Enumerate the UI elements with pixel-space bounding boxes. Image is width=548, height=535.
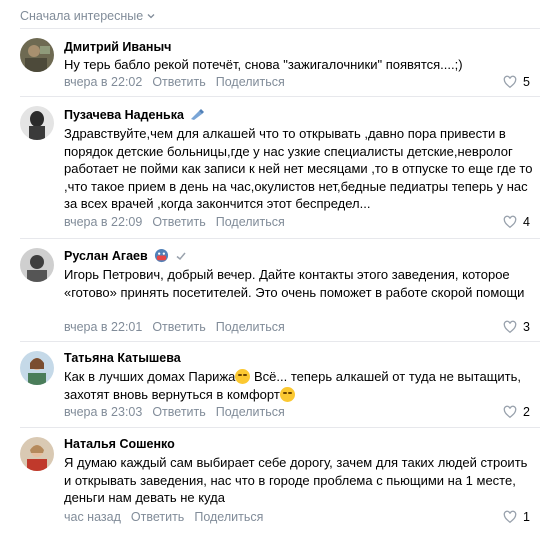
- reply-button[interactable]: Ответить: [152, 75, 205, 89]
- comment-time[interactable]: вчера в 22:02: [64, 75, 142, 89]
- sort-dropdown[interactable]: Сначала интересные: [20, 9, 156, 23]
- divider: [20, 238, 540, 239]
- avatar[interactable]: [20, 351, 54, 385]
- comment-item: Пузачева Наденька Здравствуйте,чем для а…: [0, 96, 548, 238]
- comment-author[interactable]: Руслан Агаев: [64, 248, 187, 263]
- avatar[interactable]: [20, 248, 54, 282]
- heart-icon: [503, 215, 517, 229]
- sort-label: Сначала интересные: [20, 9, 144, 23]
- like-count: 4: [523, 215, 530, 229]
- comment-meta: час назад Ответить Поделиться: [64, 510, 263, 524]
- like-button[interactable]: 2: [503, 405, 530, 419]
- heart-icon: [503, 320, 517, 334]
- avatar[interactable]: [20, 437, 54, 471]
- share-button[interactable]: Поделиться: [216, 75, 285, 89]
- heart-icon: [503, 75, 517, 89]
- comment-meta: вчера в 22:01 Ответить Поделиться: [64, 320, 285, 334]
- like-count: 1: [523, 510, 530, 524]
- verified-check-icon: [176, 252, 186, 260]
- like-button[interactable]: 3: [503, 320, 530, 334]
- comment-item: Дмитрий Иваныч Ну терь бабло рекой потеч…: [0, 28, 548, 96]
- share-button[interactable]: Поделиться: [216, 405, 285, 419]
- heart-icon: [503, 405, 517, 419]
- comment-meta: вчера в 22:09 Ответить Поделиться: [64, 215, 285, 229]
- divider: [20, 28, 540, 29]
- comment-meta: вчера в 22:02 Ответить Поделиться: [64, 75, 285, 89]
- comment-time[interactable]: час назад: [64, 510, 121, 524]
- divider: [20, 427, 540, 428]
- divider: [20, 341, 540, 342]
- laughing-emoji-icon: [235, 369, 251, 384]
- comment-text: Ну терь бабло рекой потечёт, снова "зажи…: [64, 57, 463, 72]
- share-button[interactable]: Поделиться: [216, 215, 285, 229]
- comment-meta: вчера в 23:03 Ответить Поделиться: [64, 405, 285, 419]
- mask-icon: [154, 248, 168, 263]
- chevron-down-icon: [147, 14, 155, 19]
- comment-text: Здравствуйте,чем для алкашей что то откр…: [64, 126, 533, 211]
- comment-text: Игорь Петрович, добрый вечер. Дайте конт…: [64, 267, 525, 300]
- laughing-emoji-icon: [279, 386, 295, 402]
- avatar[interactable]: [20, 38, 54, 72]
- badge-icon: [190, 109, 204, 120]
- comment-time[interactable]: вчера в 23:03: [64, 405, 142, 419]
- comment-author[interactable]: Дмитрий Иваныч: [64, 40, 171, 54]
- reply-button[interactable]: Ответить: [152, 215, 205, 229]
- share-button[interactable]: Поделиться: [194, 510, 263, 524]
- share-button[interactable]: Поделиться: [216, 320, 285, 334]
- avatar[interactable]: [20, 106, 54, 140]
- like-button[interactable]: 1: [503, 510, 530, 524]
- like-count: 5: [523, 75, 530, 89]
- reply-button[interactable]: Ответить: [152, 320, 205, 334]
- comment-author[interactable]: Пузачева Наденька: [64, 108, 204, 122]
- like-count: 3: [523, 320, 530, 334]
- reply-button[interactable]: Ответить: [131, 510, 184, 524]
- comment-item: Татьяна Катышева Как в лучших домах Пари…: [0, 341, 548, 427]
- divider: [20, 96, 540, 97]
- comment-item: Наталья Сошенко Я думаю каждый сам выбир…: [0, 427, 548, 535]
- comment-time[interactable]: вчера в 22:01: [64, 320, 142, 334]
- like-button[interactable]: 5: [503, 75, 530, 89]
- comment-text: Я думаю каждый сам выбирает себе дорогу,…: [64, 455, 528, 505]
- like-count: 2: [523, 405, 530, 419]
- like-button[interactable]: 4: [503, 215, 530, 229]
- comment-time[interactable]: вчера в 22:09: [64, 215, 142, 229]
- comment-author[interactable]: Татьяна Катышева: [64, 351, 181, 365]
- comment-item: Руслан Агаев Игорь Петрович, добрый вече…: [0, 238, 548, 341]
- comment-text: Как в лучших домах Парижа Всё... теперь …: [64, 369, 522, 402]
- comment-author[interactable]: Наталья Сошенко: [64, 437, 175, 451]
- reply-button[interactable]: Ответить: [152, 405, 205, 419]
- heart-icon: [503, 510, 517, 524]
